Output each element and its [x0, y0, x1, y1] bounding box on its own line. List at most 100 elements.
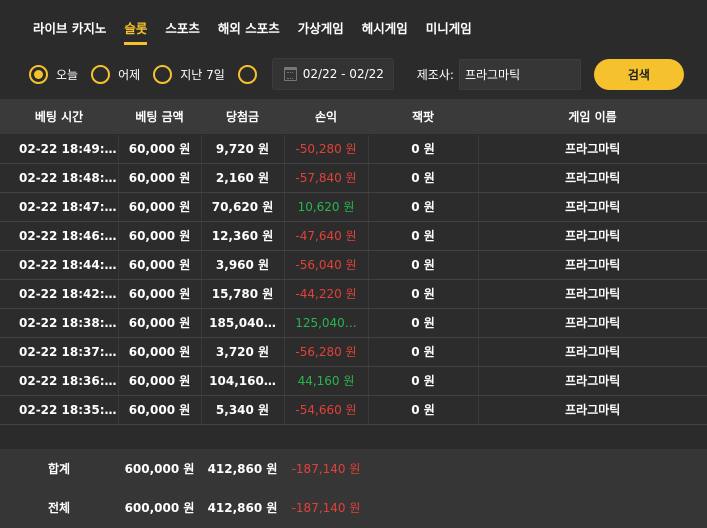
cell-profit: -57,840 원 [284, 163, 369, 193]
radio-unchecked-icon [237, 64, 257, 84]
date-range-picker[interactable]: 02/22 - 02/22 [271, 58, 394, 90]
cell-game-name: 프라그마틱 [478, 395, 707, 425]
date-range-value: 02/22 - 02/22 [302, 67, 384, 81]
cell-game-name: 프라그마틱 [478, 134, 707, 164]
maker-label: 제조사: [416, 67, 454, 82]
maker-input[interactable] [458, 58, 581, 90]
cell-bet-time: 02-22 18:48:… [0, 163, 119, 193]
cell-win-amount: 70,620 원 [201, 192, 285, 222]
cell-win-amount: 3,720 원 [201, 337, 285, 367]
subtotal-profit: -187,140 원 [291, 462, 361, 476]
cell-game-name: 프라그마틱 [478, 279, 707, 309]
radio-yesterday[interactable]: 어제 [91, 64, 141, 84]
table-row[interactable]: 02-22 18:42:… 60,000 원 15,780 원 -44,220 원0 … [0, 279, 707, 309]
cell-game-name: 프라그마틱 [478, 250, 707, 280]
tab-mini-game[interactable]: 미니게임 [426, 18, 472, 46]
game-category-tabs: 라이브 카지노 슬롯 스포츠 해외 스포츠 가상게임 헤시게임 미니게임 [0, 0, 707, 50]
radio-last-7-days-label: 지난 7일 [180, 67, 225, 82]
header-bet-time: 베팅 시간 [0, 99, 118, 135]
bet-history-table: 베팅 시간 베팅 금액 당첨금 손익 잭팟 게임 이름 02-22 18:49:… [0, 99, 707, 425]
cell-jackpot: 0 원 [368, 279, 479, 309]
cell-profit: 44,160 원 [284, 366, 369, 396]
subtotal-bet: 600,000 원 [124, 462, 195, 476]
subtotal-label: 합계 [47, 462, 71, 476]
cell-bet-amount: 60,000 원 [118, 337, 202, 367]
cell-jackpot: 0 원 [368, 221, 479, 251]
radio-yesterday-label: 어제 [118, 67, 141, 82]
total-win: 412,860 원 [207, 501, 278, 515]
cell-win-amount: 15,780 원 [201, 279, 285, 309]
cell-jackpot: 0 원 [368, 134, 479, 164]
tab-overseas-sports[interactable]: 해외 스포츠 [218, 18, 280, 46]
cell-game-name: 프라그마틱 [478, 221, 707, 251]
header-win-amount: 당첨금 [201, 99, 284, 135]
cell-win-amount: 3,960 원 [201, 250, 285, 280]
cell-jackpot: 0 원 [368, 192, 479, 222]
radio-today[interactable]: 오늘 [29, 64, 79, 84]
cell-bet-time: 02-22 18:47:… [0, 192, 119, 222]
table-row[interactable]: 02-22 18:37:… 60,000 원 3,720 원 -56,280 원0 원… [0, 337, 707, 367]
cell-profit: -56,280 원 [284, 337, 369, 367]
table-header-row: 베팅 시간 베팅 금액 당첨금 손익 잭팟 게임 이름 [0, 99, 707, 135]
cell-profit: 10,620 원 [284, 192, 369, 222]
cell-bet-amount: 60,000 원 [118, 395, 202, 425]
header-jackpot: 잭팟 [368, 99, 478, 135]
radio-checked-icon [29, 64, 48, 84]
cell-profit: 125,040… [284, 308, 369, 338]
cell-bet-amount: 60,000 원 [118, 250, 202, 280]
total-profit: -187,140 원 [291, 501, 361, 515]
table-row[interactable]: 02-22 18:36:… 60,000 원 104,160… 44,160 원0 원… [0, 366, 707, 396]
radio-custom-range[interactable] [237, 64, 265, 84]
cell-win-amount: 5,340 원 [201, 395, 285, 425]
table-row[interactable]: 02-22 18:38:… 60,000 원 185,040… 125,040… 0 원… [0, 308, 707, 338]
cell-bet-amount: 60,000 원 [118, 192, 202, 222]
cell-game-name: 프라그마틱 [478, 308, 707, 338]
cell-bet-amount: 60,000 원 [118, 134, 202, 164]
table-row[interactable]: 02-22 18:48:… 60,000 원 2,160 원 -57,840 원0 원… [0, 163, 707, 193]
header-bet-amount: 베팅 금액 [118, 99, 201, 135]
cell-game-name: 프라그마틱 [478, 163, 707, 193]
cell-win-amount: 9,720 원 [201, 134, 285, 164]
cell-game-name: 프라그마틱 [478, 192, 707, 222]
radio-unchecked-icon [91, 64, 111, 84]
cell-game-name: 프라그마틱 [478, 366, 707, 396]
cell-profit: -50,280 원 [284, 134, 369, 164]
cell-jackpot: 0 원 [368, 395, 479, 425]
cell-bet-time: 02-22 18:44:… [0, 250, 119, 280]
table-row[interactable]: 02-22 18:44:… 60,000 원 3,960 원 -56,040 원0 원… [0, 250, 707, 280]
search-button[interactable]: 검색 [593, 58, 684, 90]
table-row[interactable]: 02-22 18:47:… 60,000 원 70,620 원 10,620 원0 원… [0, 192, 707, 222]
cell-bet-amount: 60,000 원 [118, 366, 202, 396]
table-row[interactable]: 02-22 18:35:… 60,000 원 5,340 원 -54,660 원0 원… [0, 395, 707, 425]
header-profit: 손익 [284, 99, 368, 135]
cell-bet-time: 02-22 18:38:… [0, 308, 119, 338]
radio-last-7-days[interactable]: 지난 7일 [153, 64, 225, 84]
cell-jackpot: 0 원 [368, 366, 479, 396]
cell-bet-amount: 60,000 원 [118, 279, 202, 309]
tab-virtual-game[interactable]: 가상게임 [298, 18, 344, 46]
radio-today-label: 오늘 [56, 67, 79, 82]
cell-jackpot: 0 원 [368, 163, 479, 193]
cell-jackpot: 0 원 [368, 308, 479, 338]
table-row[interactable]: 02-22 18:46:… 60,000 원 12,360 원 -47,640 원0 … [0, 221, 707, 251]
tab-hash-game[interactable]: 헤시게임 [362, 18, 408, 46]
cell-jackpot: 0 원 [368, 250, 479, 280]
total-label: 전체 [47, 501, 71, 515]
cell-bet-time: 02-22 18:46:… [0, 221, 119, 251]
tab-slot[interactable]: 슬롯 [124, 18, 148, 46]
cell-win-amount: 104,160… [201, 366, 285, 396]
table-row[interactable]: 02-22 18:49:… 60,000 원 9,720 원 -50,280 원0 원… [0, 134, 707, 164]
cell-bet-time: 02-22 18:35:… [0, 395, 119, 425]
tab-sports[interactable]: 스포츠 [165, 18, 200, 46]
tab-live-casino[interactable]: 라이브 카지노 [33, 18, 106, 46]
cell-bet-amount: 60,000 원 [118, 163, 202, 193]
total-row: 전체 600,000 원 412,860 원 -187,140 원 [0, 488, 707, 527]
cell-profit: -47,640 원 [284, 221, 369, 251]
cell-bet-time: 02-22 18:42:… [0, 279, 119, 309]
cell-bet-time: 02-22 18:36:… [0, 366, 119, 396]
radio-unchecked-icon [153, 64, 173, 84]
cell-profit: -54,660 원 [284, 395, 369, 425]
subtotal-win: 412,860 원 [207, 462, 278, 476]
summary-panel: 합계 600,000 원 412,860 원 -187,140 원 전체 600… [0, 449, 707, 528]
subtotal-row: 합계 600,000 원 412,860 원 -187,140 원 [0, 449, 707, 488]
